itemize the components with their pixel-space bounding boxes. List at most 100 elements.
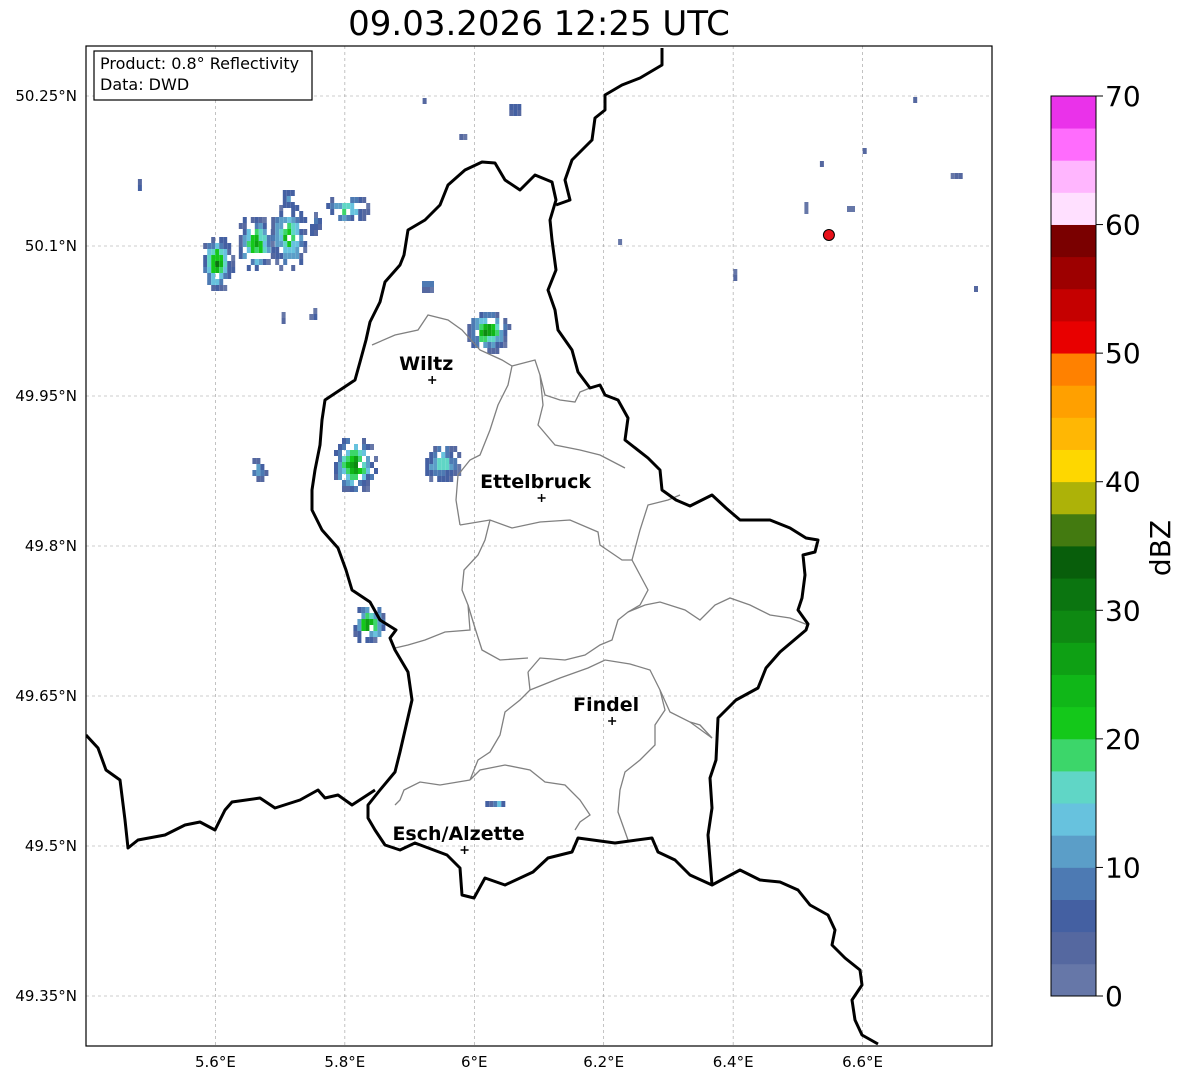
- echo-pixel: [342, 209, 347, 215]
- echo-pixel: [227, 273, 232, 279]
- echo-pixel: [238, 253, 243, 259]
- echo-pixel: [366, 474, 370, 480]
- echo-pixel: [314, 218, 318, 224]
- echo-pixel: [262, 229, 267, 235]
- echo-pixel: [256, 464, 261, 470]
- city-label: Ettelbruck: [480, 471, 591, 493]
- echo-pixel: [242, 223, 247, 229]
- echo-pixel: [366, 203, 371, 209]
- echo-pixel: [250, 241, 255, 247]
- echo-pixel: [425, 458, 430, 464]
- echo-pixel: [437, 458, 442, 464]
- echo-pixel: [275, 223, 280, 229]
- echo-pixel: [271, 253, 276, 259]
- echo-pixel: [256, 470, 261, 476]
- lat-tick-label: 49.5°N: [25, 837, 77, 855]
- echo-pixel: [513, 104, 518, 110]
- echo-pixel: [487, 336, 492, 342]
- echo-pixel: [851, 206, 855, 212]
- echo-pixel: [503, 324, 508, 330]
- echo-pixel: [366, 486, 370, 492]
- echo-pixel: [497, 801, 502, 807]
- echo-pixel: [291, 211, 296, 217]
- echo-pixel: [350, 474, 354, 480]
- echo-pixel: [242, 241, 247, 247]
- echo-pixel: [303, 229, 308, 235]
- lat-tick-label: 49.8°N: [25, 537, 77, 555]
- echo-pixel: [366, 480, 370, 486]
- echo-pixel: [271, 223, 276, 229]
- echo-pixel: [246, 229, 251, 235]
- echo-pixel: [207, 279, 212, 285]
- echo-pixel: [350, 450, 354, 456]
- echo-pixel: [342, 215, 347, 221]
- echo-pixel: [279, 211, 284, 217]
- echo-pixel: [219, 255, 224, 261]
- echo-pixel: [215, 261, 220, 267]
- echo-pixel: [203, 243, 208, 249]
- echo-pixel: [250, 235, 255, 241]
- echo-pixel: [223, 267, 228, 273]
- echo-pixel: [258, 217, 263, 223]
- echo-pixel: [362, 474, 366, 480]
- echo-pixel: [271, 217, 276, 223]
- echo-pixel: [338, 474, 342, 480]
- echo-pixel: [282, 202, 287, 208]
- echo-pixel: [862, 148, 867, 154]
- echo-pixel: [313, 308, 318, 314]
- echo-pixel: [231, 255, 236, 261]
- echo-pixel: [475, 318, 480, 324]
- echo-pixel: [207, 267, 212, 273]
- echo-pixel: [354, 474, 358, 480]
- echo-pixel: [231, 261, 236, 267]
- echo-pixel: [422, 281, 426, 287]
- echo-pixel: [338, 456, 342, 462]
- echo-pixel: [275, 259, 280, 265]
- echo-pixel: [227, 261, 232, 267]
- echo-pixel: [913, 97, 918, 103]
- echo-pixel: [207, 273, 212, 279]
- radar-echo-cell: [804, 202, 809, 214]
- echo-pixel: [357, 631, 362, 637]
- echo-pixel: [219, 249, 224, 255]
- echo-pixel: [354, 444, 358, 450]
- echo-pixel: [426, 287, 430, 293]
- echo-pixel: [353, 625, 358, 631]
- echo-pixel: [291, 265, 296, 271]
- echo-pixel: [350, 215, 355, 221]
- radar-site-layer: [822, 229, 835, 241]
- echo-pixel: [453, 464, 458, 470]
- echo-pixel: [283, 217, 288, 223]
- echo-pixel: [350, 197, 355, 203]
- echo-pixel: [429, 452, 434, 458]
- echo-pixel: [256, 458, 261, 464]
- lon-tick-label: 6.2°E: [583, 1053, 624, 1071]
- echo-pixel: [290, 190, 295, 196]
- echo-pixel: [346, 480, 350, 486]
- echo-pixel: [215, 285, 220, 291]
- echo-pixel: [362, 215, 367, 221]
- echo-pixel: [299, 211, 304, 217]
- echo-pixel: [310, 230, 314, 236]
- echo-pixel: [258, 235, 263, 241]
- echo-pixel: [211, 267, 216, 273]
- echo-pixel: [266, 259, 271, 265]
- echo-pixel: [262, 247, 267, 253]
- echo-pixel: [258, 241, 263, 247]
- echo-pixel: [271, 235, 276, 241]
- echo-pixel: [453, 446, 458, 452]
- echo-pixel: [819, 161, 824, 167]
- echo-pixel: [374, 468, 378, 474]
- echo-pixel: [342, 462, 346, 468]
- city-label: Findel: [573, 694, 639, 716]
- echo-pixel: [346, 468, 350, 474]
- echo-pixel: [373, 631, 378, 637]
- echo-pixel: [491, 348, 496, 354]
- echo-pixel: [283, 247, 288, 253]
- echo-pixel: [266, 235, 271, 241]
- echo-pixel: [262, 259, 267, 265]
- echo-pixel: [137, 179, 142, 185]
- echo-pixel: [334, 450, 338, 456]
- echo-pixel: [491, 330, 496, 336]
- echo-pixel: [338, 462, 342, 468]
